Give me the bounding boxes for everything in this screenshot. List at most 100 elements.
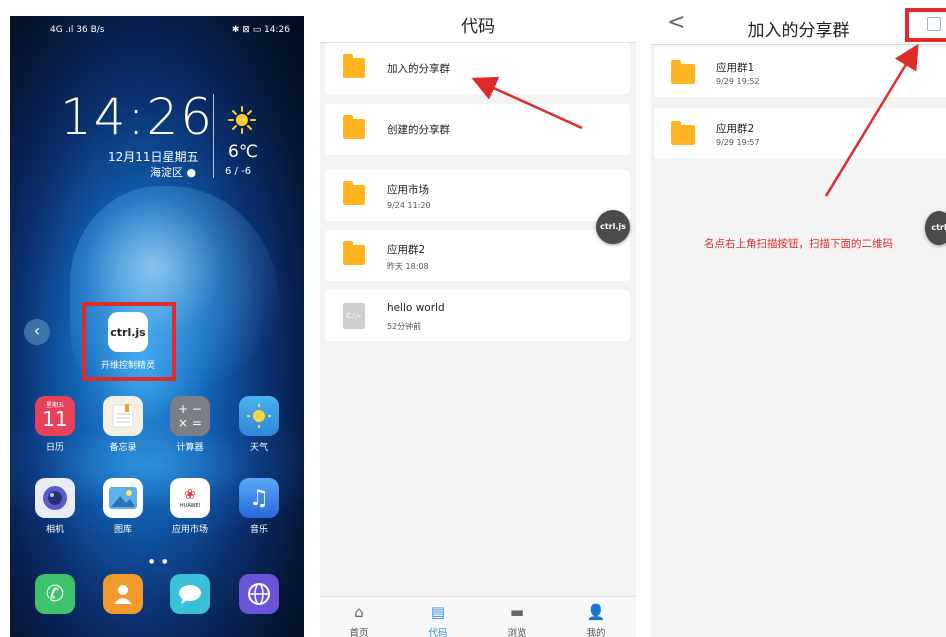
weather-temperature: 6℃ (228, 142, 258, 162)
weather-range: 6 / -6 (225, 166, 252, 177)
dock-contacts[interactable] (93, 574, 153, 618)
widget-divider (213, 94, 214, 178)
app-music[interactable]: ♫ 音乐 (229, 478, 289, 535)
item-time: 52分钟前 (387, 322, 422, 331)
list-item[interactable]: 应用群2 昨天 18:08 (325, 230, 630, 281)
shared-folder-icon (343, 54, 365, 78)
page-title: 代码 (320, 0, 636, 43)
clock-date: 12月11日星期五 (108, 150, 199, 164)
location-pin-icon: ● (183, 166, 197, 179)
page-title: 加入的分享群 (747, 21, 850, 41)
folder-icon (343, 241, 365, 265)
highlight-box-scan (905, 8, 946, 42)
item-title: hello world (387, 302, 445, 314)
item-title: 应用群2 (387, 244, 426, 256)
app-camera[interactable]: 相机 (25, 478, 85, 535)
home-screen: 4G .ıl 36 B/s ✱ ⊠ ▭ 14:26 14:26 12月11日星期… (10, 16, 304, 637)
page-indicator: ● ● (149, 558, 171, 565)
back-arrow-icon[interactable]: ‹ (24, 319, 50, 345)
status-right: ✱ ⊠ ▭ 14:26 (231, 25, 290, 35)
highlight-box-app (82, 302, 176, 381)
script-file-icon: C:\> (343, 303, 365, 329)
app-label: 相机 (45, 525, 64, 535)
item-title: 加入的分享群 (387, 63, 450, 75)
tab-code[interactable]: ▤ 代码 (408, 597, 468, 637)
huawei-text: HUAWEI (179, 503, 201, 509)
item-time: 9/24 11:20 (387, 201, 431, 210)
joined-groups-screen: < 加入的分享群 应用群1 9/29 19:52 应用群2 9/29 19:57… (651, 0, 946, 637)
wallpaper-ice (70, 186, 280, 416)
app-calendar[interactable]: 星期五 11 日历 (25, 396, 85, 453)
calculator-icon: + − × = (170, 396, 210, 436)
calendar-icon: 星期五 11 (35, 396, 75, 436)
app-calculator[interactable]: + − × = 计算器 (160, 396, 220, 453)
list-item[interactable]: 应用市场 9/24 11:20 (325, 170, 630, 221)
app-label: 音乐 (249, 525, 268, 535)
camera-icon (35, 478, 75, 518)
browse-icon: ▬ (509, 603, 525, 621)
tab-label: 代码 (428, 628, 448, 637)
sun-icon (228, 106, 256, 134)
tab-profile[interactable]: 👤 我的 (566, 597, 626, 637)
app-label: 日历 (45, 443, 64, 453)
notes-icon (103, 396, 143, 436)
list-item[interactable]: C:\> hello world 52分钟前 (325, 290, 630, 341)
folder-icon (343, 181, 365, 205)
floating-ctrl-button[interactable]: ctrl (925, 211, 946, 245)
app-label: 应用市场 (171, 525, 208, 535)
list-item-created-groups[interactable]: 创建的分享群 (325, 104, 630, 155)
huawei-logo-icon: ❀ (184, 487, 196, 503)
calendar-day: 11 (42, 407, 68, 431)
bottom-tab-bar: ⌂ 首页 ▤ 代码 ▬ 浏览 👤 我的 (320, 596, 636, 637)
item-time: 9/29 19:57 (716, 138, 760, 147)
app-label: 天气 (249, 443, 268, 453)
shared-folder-icon (671, 60, 695, 84)
item-title: 应用市场 (387, 184, 429, 196)
header-bar: < 加入的分享群 (651, 0, 946, 45)
list-item[interactable]: 应用群1 9/29 19:52 (654, 47, 946, 97)
home-icon: ⌂ (354, 603, 364, 621)
app-market[interactable]: ❀ HUAWEI 应用市场 (160, 478, 220, 535)
app-label: 计算器 (176, 443, 204, 453)
location: 海淀区 ● (150, 164, 196, 180)
messages-icon (170, 574, 210, 614)
app-notes[interactable]: 备忘录 (93, 396, 153, 453)
item-time: 9/29 19:52 (716, 77, 760, 86)
floating-ctrl-button[interactable]: ctrl.js (596, 210, 630, 244)
network-status: 4G .ıl 36 B/s (50, 25, 105, 35)
app-weather[interactable]: 天气 (229, 396, 289, 453)
shared-folder-icon (343, 115, 365, 139)
code-icon: ▤ (430, 603, 446, 621)
app-label: 备忘录 (109, 443, 137, 453)
tab-label: 浏览 (507, 628, 527, 637)
item-title: 应用群1 (716, 62, 755, 74)
app-label: 图库 (113, 525, 132, 535)
dock-phone[interactable]: ✆ (25, 574, 85, 618)
list-item[interactable]: 应用群2 9/29 19:57 (654, 108, 946, 158)
instruction-annotation: 名点右上角扫描按钮，扫描下面的二维码 (704, 238, 893, 250)
location-label: 海淀区 (150, 166, 183, 179)
dock-messages[interactable] (160, 574, 220, 618)
profile-icon: 👤 (586, 603, 606, 621)
app-market-icon: ❀ HUAWEI (170, 478, 210, 518)
phone-icon: ✆ (35, 574, 75, 614)
browser-icon (239, 574, 279, 614)
shared-folder-icon (671, 121, 695, 145)
tab-home[interactable]: ⌂ 首页 (329, 597, 389, 637)
tab-browse[interactable]: ▬ 浏览 (487, 597, 547, 637)
list-item-joined-groups[interactable]: 加入的分享群 (325, 43, 630, 94)
app-gallery[interactable]: 图库 (93, 478, 153, 535)
item-time: 昨天 18:08 (387, 262, 429, 271)
screenshot-root: 4G .ıl 36 B/s ✱ ⊠ ▭ 14:26 14:26 12月11日星期… (0, 0, 946, 637)
contacts-icon (103, 574, 143, 614)
dock-browser[interactable] (229, 574, 289, 618)
weather-icon (239, 396, 279, 436)
clock-time: 14:26 (60, 88, 215, 146)
tab-label: 我的 (586, 628, 606, 637)
item-title: 创建的分享群 (387, 124, 450, 136)
tab-label: 首页 (349, 628, 369, 637)
item-title: 应用群2 (716, 123, 755, 135)
music-icon: ♫ (239, 478, 279, 518)
gallery-icon (103, 478, 143, 518)
code-screen: 代码 加入的分享群 创建的分享群 应用市场 9/24 11:20 应用群2 昨天… (320, 0, 636, 637)
